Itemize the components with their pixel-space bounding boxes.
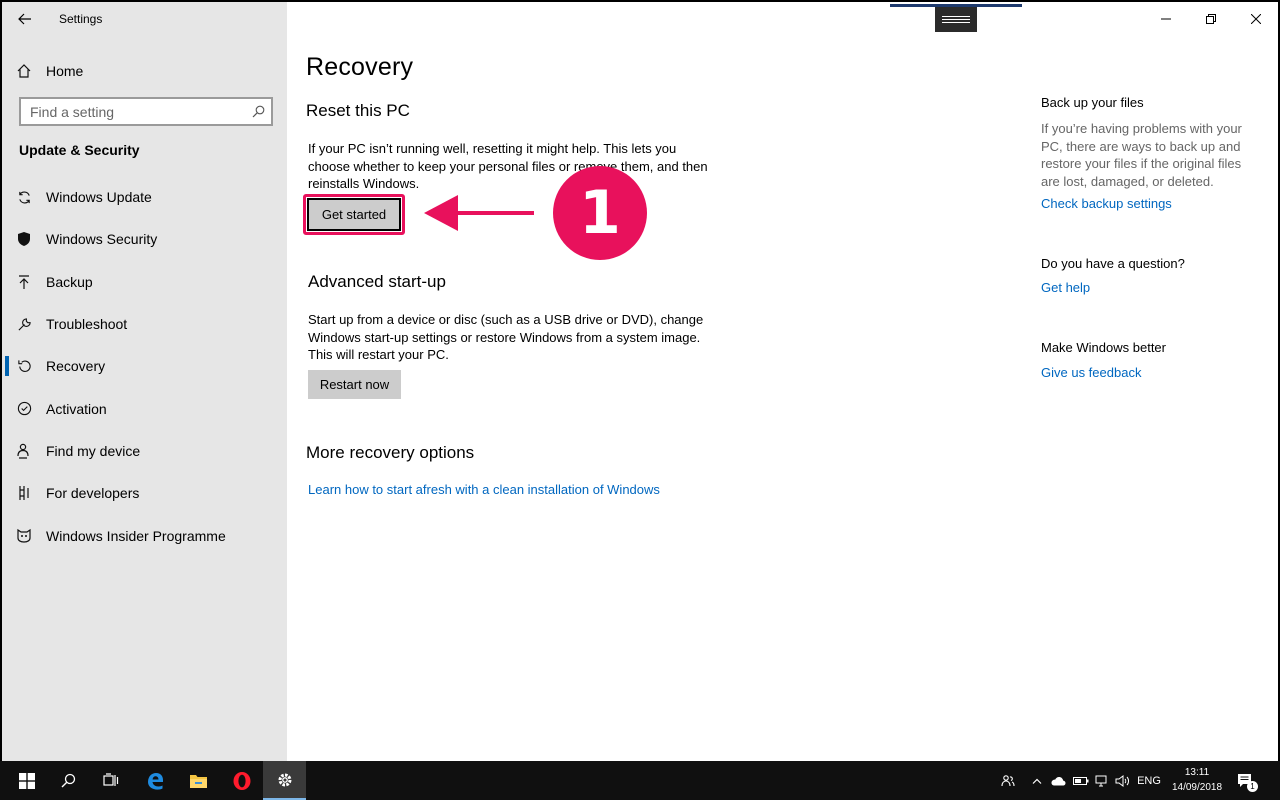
check-circle-icon — [2, 401, 46, 416]
action-center-button[interactable]: 1 — [1234, 761, 1258, 800]
page-title: Recovery — [306, 53, 414, 81]
feedback-heading: Make Windows better — [1041, 340, 1166, 355]
get-help-link[interactable]: Get help — [1041, 280, 1090, 295]
battery-icon[interactable] — [1070, 761, 1092, 800]
network-icon[interactable] — [1092, 761, 1112, 800]
give-feedback-link[interactable]: Give us feedback — [1041, 365, 1141, 380]
backup-text: If you’re having problems with your PC, … — [1041, 121, 1242, 190]
home-icon — [2, 63, 46, 79]
notification-count-badge: 1 — [1247, 781, 1258, 792]
search-input[interactable]: Find a setting — [19, 97, 273, 126]
sidebar-item-activation[interactable]: Activation — [2, 387, 287, 429]
advanced-description: Start up from a device or disc (such as … — [308, 312, 704, 363]
annotation-step-badge: 1 — [553, 166, 647, 260]
folder-icon — [190, 774, 207, 788]
sidebar-item-windows-insider[interactable]: Windows Insider Programme — [2, 514, 287, 556]
main-content: Recovery Reset this PC If your PC isn’t … — [287, 2, 1278, 761]
check-backup-settings-link[interactable]: Check backup settings — [1041, 196, 1172, 211]
sidebar-item-label: Find my device — [46, 442, 141, 459]
nav-list: Windows Update Windows Security Backup T… — [2, 176, 287, 557]
sidebar-item-label: Activation — [46, 400, 107, 417]
sidebar-item-backup[interactable]: Backup — [2, 261, 287, 303]
recovery-icon — [2, 359, 46, 374]
sidebar-item-windows-update[interactable]: Windows Update — [2, 176, 287, 218]
nav-home[interactable]: Home — [2, 56, 287, 86]
person-location-icon — [2, 443, 46, 459]
sidebar-item-troubleshoot[interactable]: Troubleshoot — [2, 303, 287, 345]
reset-description: If your PC isn’t running well, resetting… — [308, 141, 708, 192]
annotation-arrow-icon — [424, 195, 534, 231]
sidebar-item-label: Windows Security — [46, 231, 158, 248]
settings-window: Settings Home Find a setting Update & Se… — [2, 2, 1278, 761]
search-icon[interactable] — [245, 105, 271, 118]
sidebar-item-label: Troubleshoot — [46, 316, 128, 333]
sync-icon — [2, 190, 46, 205]
taskbar-file-explorer-button[interactable] — [177, 761, 220, 800]
taskbar-edge-button[interactable] — [133, 761, 176, 800]
taskbar: ENG 13:11 14/09/2018 1 — [0, 761, 1280, 800]
developer-icon — [2, 485, 46, 501]
back-button[interactable] — [2, 2, 48, 36]
nav-home-label: Home — [46, 63, 84, 79]
search-placeholder: Find a setting — [30, 103, 115, 120]
sidebar-item-label: Windows Update — [46, 189, 152, 206]
edge-browser-icon — [147, 772, 163, 790]
start-button[interactable] — [5, 761, 48, 800]
app-title: Settings — [59, 12, 103, 26]
search-icon — [61, 773, 76, 788]
people-icon[interactable] — [996, 761, 1020, 800]
taskbar-search-button[interactable] — [47, 761, 90, 800]
get-started-button[interactable]: Get started — [307, 198, 401, 231]
sidebar-item-label: For developers — [46, 485, 140, 502]
sidebar-item-windows-security[interactable]: Windows Security — [2, 218, 287, 260]
shield-icon — [2, 231, 46, 247]
clean-install-link[interactable]: Learn how to start afresh with a clean i… — [308, 482, 660, 497]
opera-browser-icon — [233, 771, 250, 790]
sidebar-item-for-developers[interactable]: For developers — [2, 472, 287, 514]
clock-date: 14/09/2018 — [1171, 782, 1223, 793]
clock-time: 13:11 — [1184, 767, 1210, 778]
backup-arrow-icon — [2, 274, 46, 290]
gear-icon — [278, 773, 291, 786]
onedrive-cloud-icon[interactable] — [1047, 761, 1069, 800]
backup-heading: Back up your files — [1041, 95, 1144, 110]
chevron-up-icon[interactable] — [1027, 761, 1047, 800]
sidebar-item-label: Backup — [46, 273, 93, 290]
taskbar-opera-button[interactable] — [220, 761, 263, 800]
back-arrow-icon — [18, 13, 31, 25]
wrench-icon — [2, 317, 46, 332]
title-bar: Settings — [2, 2, 287, 36]
sidebar-item-find-my-device[interactable]: Find my device — [2, 430, 287, 472]
question-heading: Do you have a question? — [1041, 256, 1185, 271]
sidebar-item-label: Windows Insider Programme — [46, 527, 226, 544]
sidebar-item-recovery[interactable]: Recovery — [2, 345, 287, 387]
taskbar-settings-button[interactable] — [263, 761, 306, 800]
task-view-icon — [102, 773, 118, 786]
insider-icon — [2, 528, 46, 543]
advanced-heading: Advanced start-up — [308, 272, 446, 291]
restart-now-button[interactable]: Restart now — [308, 370, 401, 399]
task-view-button[interactable] — [89, 761, 132, 800]
reset-heading: Reset this PC — [306, 101, 410, 120]
windows-logo-icon — [18, 772, 35, 789]
section-title: Update & Security — [19, 142, 140, 158]
clock[interactable]: 13:11 14/09/2018 — [1164, 765, 1230, 795]
sidebar: Settings Home Find a setting Update & Se… — [2, 2, 287, 761]
volume-icon[interactable] — [1112, 761, 1134, 800]
input-language[interactable]: ENG — [1134, 761, 1164, 800]
sidebar-item-label: Recovery — [46, 358, 106, 375]
more-options-heading: More recovery options — [306, 443, 475, 462]
